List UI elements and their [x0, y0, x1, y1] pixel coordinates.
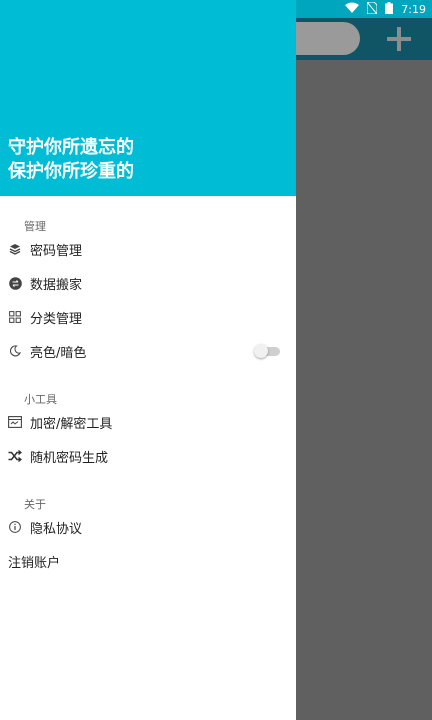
- menu-item-password-management[interactable]: 密码管理: [0, 232, 296, 266]
- add-icon: [380, 22, 418, 56]
- info-icon: [0, 521, 30, 533]
- theme-switch[interactable]: [254, 344, 280, 358]
- menu-label: 亮色/暗色: [30, 345, 87, 361]
- tagline-line-2: 保护你所珍重的: [8, 161, 134, 182]
- menu-label: 加密/解密工具: [30, 416, 113, 432]
- logout-label: 注销账户: [8, 555, 61, 571]
- drawer-header: 守护你所遗忘的 保护你所珍重的: [0, 0, 296, 196]
- menu-item-random-password[interactable]: 随机密码生成: [0, 439, 296, 473]
- switch-thumb: [254, 344, 268, 358]
- menu-item-privacy-policy[interactable]: 隐私协议: [0, 510, 296, 544]
- no-sim-icon: [366, 1, 378, 17]
- layers-icon: [0, 243, 30, 255]
- menu-item-logout[interactable]: 注销账户: [0, 544, 296, 578]
- menu-item-encrypt-decrypt[interactable]: 加密/解密工具: [0, 405, 296, 439]
- menu-label: 数据搬家: [30, 277, 83, 293]
- menu-item-theme-toggle[interactable]: 亮色/暗色: [0, 334, 296, 368]
- tagline-line-1: 守护你所遗忘的: [8, 137, 134, 158]
- grid-icon: [0, 311, 30, 323]
- menu-label: 隐私协议: [30, 521, 83, 537]
- battery-icon: [385, 1, 394, 17]
- shuffle-icon: [0, 450, 30, 462]
- status-time: 7:19: [401, 2, 426, 16]
- encrypt-tool-icon: [0, 416, 30, 428]
- menu-label: 随机密码生成: [30, 450, 109, 466]
- wifi-icon: [345, 2, 360, 16]
- transfer-icon: [0, 276, 30, 290]
- moon-icon: [0, 345, 30, 357]
- menu-label: 分类管理: [30, 311, 83, 327]
- drawer-tagline: 守护你所遗忘的 保护你所珍重的: [8, 136, 134, 184]
- menu-item-category-management[interactable]: 分类管理: [0, 300, 296, 334]
- menu-label: 密码管理: [30, 243, 83, 259]
- navigation-drawer: 守护你所遗忘的 保护你所珍重的 管理 密码管理 数据搬家 分类管理 亮色/暗色 …: [0, 0, 296, 720]
- menu-item-data-migration[interactable]: 数据搬家: [0, 266, 296, 300]
